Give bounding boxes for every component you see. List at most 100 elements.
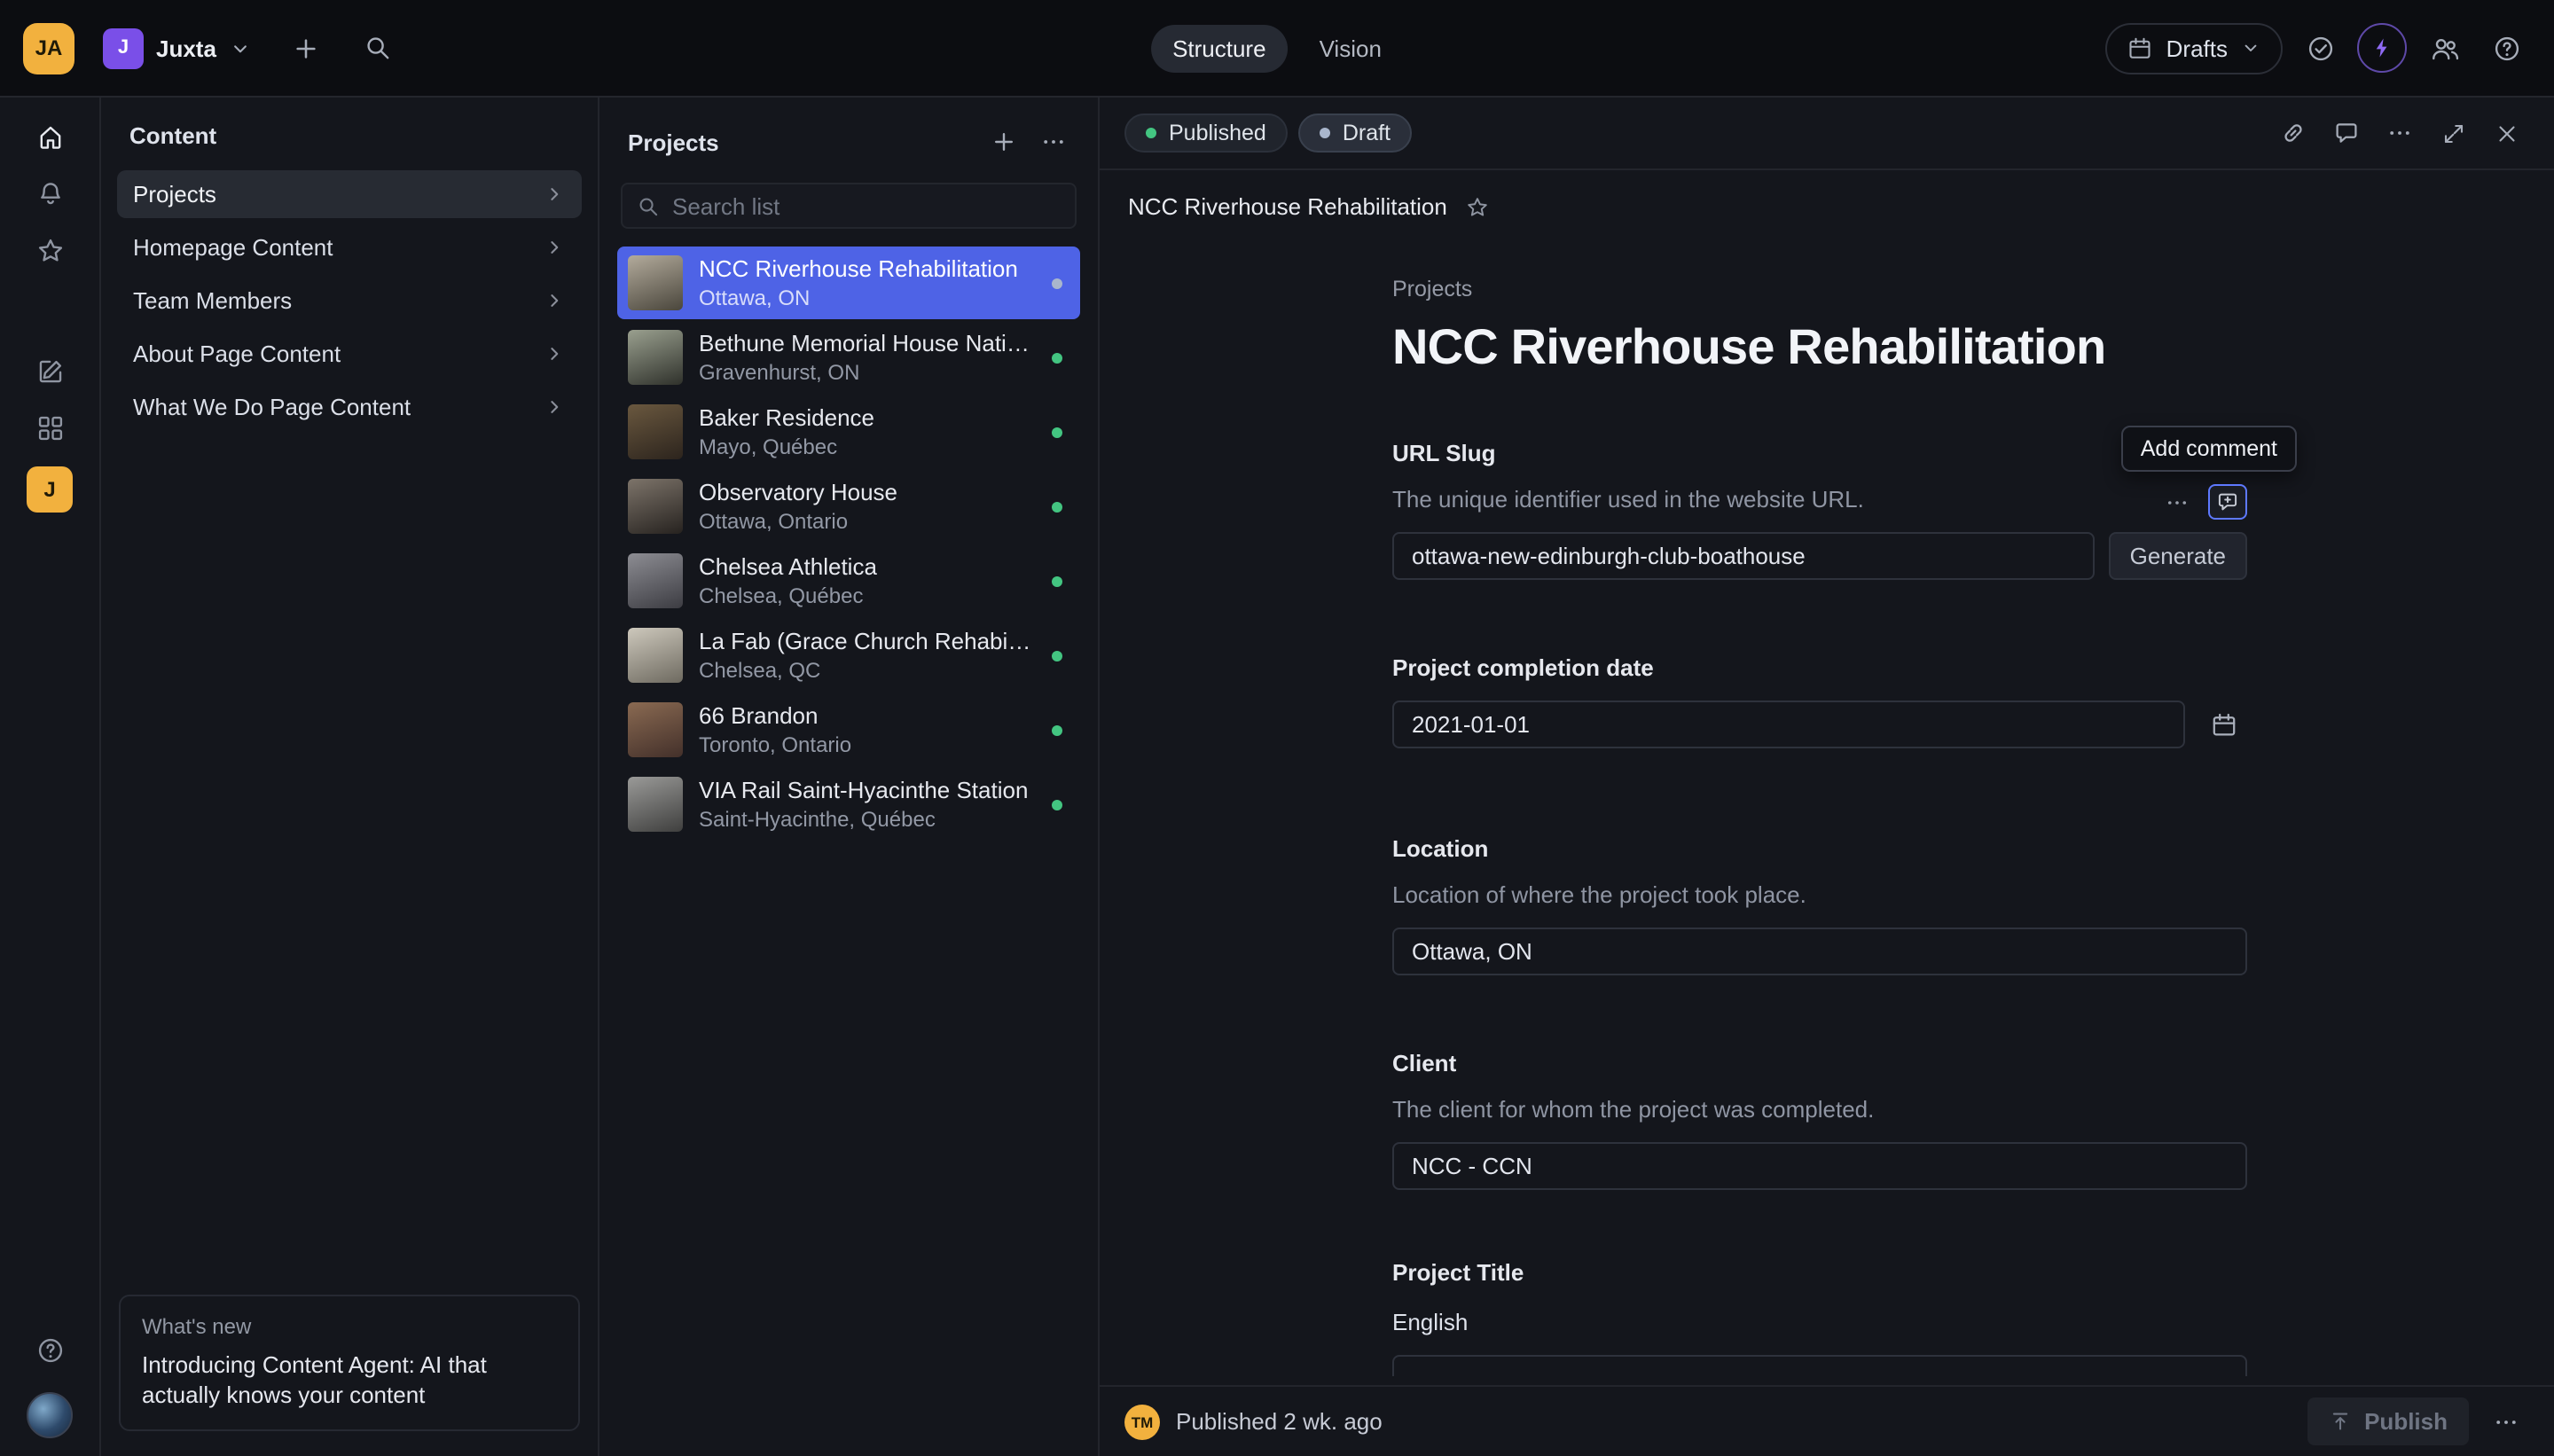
- validation-button[interactable]: [2295, 23, 2345, 73]
- project-list-item[interactable]: NCC Riverhouse Rehabilitation Ottawa, ON: [617, 247, 1080, 319]
- sidebar-item-team-members[interactable]: Team Members: [117, 277, 582, 325]
- search-input[interactable]: [672, 192, 1061, 219]
- project-thumbnail: [628, 553, 683, 608]
- sidebar-item-what-we-do-page-content[interactable]: What We Do Page Content: [117, 383, 582, 431]
- chevron-right-icon: [543, 236, 566, 259]
- sidebar-item-about-page-content[interactable]: About Page Content: [117, 330, 582, 378]
- workspace-name: Juxta: [156, 35, 216, 61]
- generate-slug-button[interactable]: Generate: [2109, 532, 2247, 580]
- field-description: The client for whom the project was comp…: [1392, 1096, 2247, 1124]
- publish-button[interactable]: Publish: [2307, 1397, 2469, 1445]
- project-search: [621, 183, 1077, 229]
- sidebar-item-homepage-content[interactable]: Homepage Content: [117, 223, 582, 271]
- project-title: Bethune Memorial House National His...: [699, 330, 1036, 357]
- expand-pane-button[interactable]: [2430, 110, 2476, 156]
- rail-help-button[interactable]: [20, 1321, 80, 1378]
- search-button[interactable]: [351, 21, 404, 74]
- plus-icon: [292, 33, 322, 63]
- compose-nav-button[interactable]: [20, 342, 80, 399]
- sidebar-item-label: About Page Content: [133, 341, 341, 367]
- slug-input[interactable]: [1392, 532, 2095, 580]
- help-icon: [2491, 33, 2521, 63]
- favorite-document-button[interactable]: [1465, 194, 1490, 219]
- collaborators-button[interactable]: [2419, 23, 2469, 73]
- help-button[interactable]: [2481, 23, 2531, 73]
- published-chip-label: Published: [1169, 121, 1266, 145]
- field-comment-controls: Add comment: [2121, 426, 2297, 520]
- project-title: Chelsea Athletica: [699, 553, 1036, 581]
- draft-chip[interactable]: Draft: [1298, 114, 1412, 153]
- check-circle-icon: [2305, 33, 2335, 63]
- copy-link-button[interactable]: [2270, 110, 2316, 156]
- project-list-item[interactable]: Bethune Memorial House National His... G…: [617, 321, 1080, 394]
- field-completion-date: Project completion date: [1392, 654, 2247, 748]
- open-calendar-button[interactable]: [2199, 701, 2247, 748]
- project-subtitle: Ottawa, ON: [699, 286, 1036, 310]
- chevron-down-icon: [2240, 37, 2261, 59]
- location-input[interactable]: [1392, 928, 2247, 975]
- workspace-icon: J: [103, 27, 144, 68]
- users-icon: [2429, 33, 2459, 63]
- project-list-item[interactable]: 66 Brandon Toronto, Ontario: [617, 693, 1080, 766]
- field-menu-icon[interactable]: [2164, 489, 2190, 515]
- comment-icon: [2332, 119, 2361, 147]
- user-profile-avatar[interactable]: [27, 1392, 73, 1438]
- list-menu-button[interactable]: [1030, 119, 1077, 165]
- client-input[interactable]: [1392, 1142, 2247, 1190]
- project-list-item[interactable]: VIA Rail Saint-Hyacinthe Station Saint-H…: [617, 768, 1080, 841]
- ai-assist-button[interactable]: [2357, 23, 2407, 73]
- sidebar-item-label: Homepage Content: [133, 234, 333, 261]
- comments-button[interactable]: [2323, 110, 2370, 156]
- bell-icon: [35, 178, 65, 208]
- search-icon: [637, 194, 660, 217]
- content-pane: Content Projects Homepage Content Team M…: [101, 98, 599, 1456]
- workspace-rail-avatar[interactable]: J: [27, 466, 73, 513]
- content-pane-title: Content: [129, 122, 216, 149]
- date-input[interactable]: [1392, 701, 2185, 748]
- help-icon: [35, 1335, 65, 1365]
- project-subtitle: Ottawa, Ontario: [699, 509, 1036, 534]
- calendar-icon: [2127, 35, 2154, 61]
- publish-status-text: Published 2 wk. ago: [1176, 1408, 1383, 1435]
- document-form: Projects NCC Riverhouse Rehabilitation A…: [1100, 220, 2554, 1385]
- projects-list-pane: Projects NCC Riverhouse: [599, 98, 1100, 1456]
- document-menu-button[interactable]: [2377, 110, 2423, 156]
- add-comment-tooltip: Add comment: [2121, 426, 2297, 472]
- apps-nav-button[interactable]: [20, 399, 80, 456]
- close-pane-button[interactable]: [2483, 110, 2529, 156]
- favorites-nav-button[interactable]: [20, 222, 80, 278]
- project-list-item[interactable]: Baker Residence Mayo, Québec: [617, 395, 1080, 468]
- sidebar-item-projects[interactable]: Projects: [117, 170, 582, 218]
- plus-icon: [990, 128, 1018, 156]
- home-nav-button[interactable]: [20, 108, 80, 165]
- tab-vision[interactable]: Vision: [1298, 24, 1403, 72]
- project-subtitle: Chelsea, QC: [699, 658, 1036, 683]
- whats-new-card[interactable]: What's new Introducing Content Agent: AI…: [119, 1295, 580, 1431]
- top-bar: JA J Juxta Structure Vision Drafts: [0, 0, 2554, 98]
- publish-arrow-icon: [2329, 1410, 2352, 1433]
- published-chip[interactable]: Published: [1124, 114, 1288, 153]
- workspace-switcher[interactable]: J Juxta: [92, 20, 262, 75]
- projects-pane-title: Projects: [628, 129, 981, 155]
- search-icon: [364, 34, 392, 62]
- project-title: NCC Riverhouse Rehabilitation: [699, 255, 1036, 283]
- project-thumbnail: [628, 628, 683, 683]
- create-project-button[interactable]: [981, 119, 1027, 165]
- footer-menu-button[interactable]: [2483, 1398, 2529, 1444]
- project-list-item[interactable]: La Fab (Grace Church Rehabilitation) Che…: [617, 619, 1080, 692]
- notifications-nav-button[interactable]: [20, 165, 80, 222]
- project-list-item[interactable]: Observatory House Ottawa, Ontario: [617, 470, 1080, 543]
- user-avatar[interactable]: JA: [23, 22, 74, 74]
- home-icon: [35, 121, 65, 152]
- project-subtitle: Mayo, Québec: [699, 434, 1036, 459]
- project-list-item[interactable]: Chelsea Athletica Chelsea, Québec: [617, 544, 1080, 617]
- perspective-selector[interactable]: Drafts: [2106, 22, 2283, 74]
- project-title-input[interactable]: [1392, 1355, 2247, 1376]
- ellipsis-icon: [2386, 119, 2414, 147]
- chevron-right-icon: [543, 289, 566, 312]
- tab-structure[interactable]: Structure: [1151, 24, 1288, 72]
- field-location: Location Location of where the project t…: [1392, 835, 2247, 975]
- new-document-button[interactable]: [280, 21, 333, 74]
- add-comment-button[interactable]: [2208, 484, 2247, 520]
- navigation-rail: J: [0, 98, 101, 1456]
